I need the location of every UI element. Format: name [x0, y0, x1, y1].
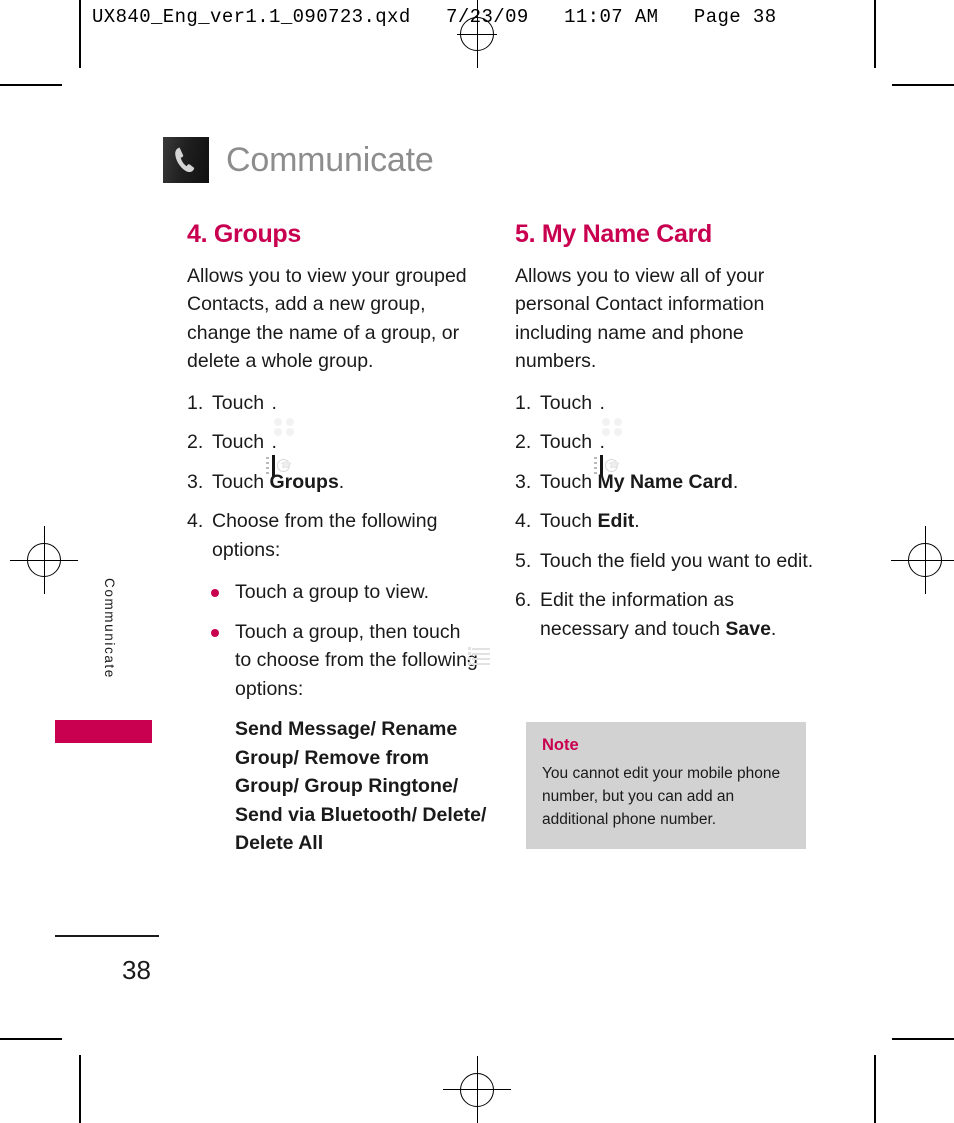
crop-mark-bottom-left-vertical	[79, 1055, 81, 1123]
step-text-tail: .	[271, 391, 277, 414]
step-text: Touch	[540, 431, 598, 453]
page-title: Communicate	[226, 141, 434, 179]
step-text: Touch	[540, 510, 598, 532]
bullet-text: Touch a group, then touch	[235, 620, 466, 643]
page-number: 38	[122, 955, 151, 985]
step-number: 4.	[187, 510, 204, 532]
bullet-dot-icon	[211, 589, 219, 597]
note-box: Note You cannot edit your mobile phone n…	[526, 722, 806, 849]
chapter-header: Communicate	[163, 137, 434, 183]
registration-mark-right	[891, 526, 954, 594]
step-number: 1.	[515, 391, 532, 414]
crop-mark-top-left-vertical	[79, 0, 81, 68]
registration-mark-left	[10, 526, 78, 594]
bullet-touch-group-view: Touch a group to view.	[187, 578, 487, 607]
step-text: Touch the field you want to edit.	[540, 549, 814, 572]
step-namecard-1: 1. Touch .	[515, 389, 815, 436]
step-namecard-3: 3. Touch My Name Card.	[515, 468, 815, 497]
step-text: Edit the information as necessary and to…	[540, 589, 735, 640]
registration-mark-bottom	[443, 1056, 511, 1123]
footer-rule	[55, 935, 159, 937]
step-text: Touch	[540, 391, 598, 414]
crop-mark-top-right-horizontal	[892, 84, 954, 86]
section-intro-my-name-card: Allows you to view all of your personal …	[515, 264, 765, 373]
section-groups: 4. Groups Allows you to view your groupe…	[187, 220, 490, 858]
step-number: 3.	[515, 470, 532, 493]
groups-options-bullets: Touch a group to view. Touch a group, th…	[187, 578, 490, 704]
side-tab-bar	[55, 720, 152, 743]
step-namecard-4: 4. Touch Edit.	[515, 507, 815, 536]
step-number: 6.	[515, 589, 532, 611]
step-emphasis: My Name Card	[597, 470, 733, 493]
phone-handset-icon	[163, 137, 209, 183]
step-text: Touch	[212, 470, 270, 493]
note-body: You cannot edit your mobile phone number…	[542, 764, 781, 828]
crop-mark-bottom-right-vertical	[874, 1055, 876, 1123]
step-emphasis: Save	[725, 617, 771, 640]
step-text-tail: .	[732, 470, 739, 493]
section-title-groups: 4. Groups	[187, 220, 301, 248]
crop-mark-bottom-right-horizontal	[892, 1038, 954, 1040]
bullet-text: Touch a group to view.	[235, 581, 430, 603]
step-text-tail: .	[271, 431, 277, 453]
step-groups-4: 4. Choose from the following options:	[187, 507, 487, 564]
step-number: 3.	[187, 470, 204, 493]
step-text-tail: .	[599, 391, 605, 414]
step-namecard-2: 2.Touch ☎.	[515, 428, 815, 477]
section-my-name-card: 5. My Name Card Allows you to view all o…	[515, 220, 815, 654]
step-emphasis: Edit	[597, 510, 635, 532]
step-groups-2: 2.Touch ☎.	[187, 428, 487, 477]
step-groups-3: 3. Touch Groups.	[187, 468, 487, 497]
step-text-tail: .	[599, 431, 605, 453]
bullet-dot-icon	[211, 628, 219, 637]
step-number: 2.	[187, 431, 204, 453]
step-namecard-5: 5. Touch the field you want to edit.	[515, 547, 815, 576]
section-title-my-name-card: 5. My Name Card	[515, 220, 712, 248]
step-groups-1: 1. Touch .	[187, 389, 487, 436]
step-text-tail: .	[338, 470, 345, 493]
step-text: Touch	[212, 431, 270, 453]
note-title: Note	[542, 736, 579, 754]
step-number: 2.	[515, 431, 532, 453]
crop-mark-bottom-left-horizontal	[0, 1038, 62, 1040]
step-namecard-6: 6. Edit the information as necessary and …	[515, 586, 815, 643]
crop-mark-top-left-horizontal	[0, 84, 62, 86]
section-intro-groups: Allows you to view your grouped Contacts…	[187, 264, 467, 373]
manual-page: UX840_Eng_ver1.1_090723.qxd 7/23/09 11:0…	[0, 0, 954, 1123]
step-number: 1.	[187, 391, 204, 414]
step-text: Touch	[540, 470, 598, 493]
step-text: Choose from the following options:	[212, 510, 438, 561]
step-number: 4.	[515, 510, 532, 532]
bullet-text-tail: to choose from the following options:	[235, 649, 478, 700]
side-tab-label: Communicate	[102, 578, 117, 679]
bullet-touch-group-options: Touch a group, then touch to choose from…	[187, 618, 490, 704]
step-text-tail: .	[634, 510, 640, 532]
step-text: Touch	[212, 391, 270, 414]
step-number: 5.	[515, 549, 532, 572]
step-text-tail: .	[770, 617, 777, 640]
crop-mark-top-right-vertical	[874, 0, 876, 68]
step-emphasis: Groups	[269, 470, 339, 493]
groups-option-values: Send Message/ Rename Group/ Remove from …	[235, 718, 487, 854]
file-slug-line: UX840_Eng_ver1.1_090723.qxd 7/23/09 11:0…	[92, 6, 777, 28]
